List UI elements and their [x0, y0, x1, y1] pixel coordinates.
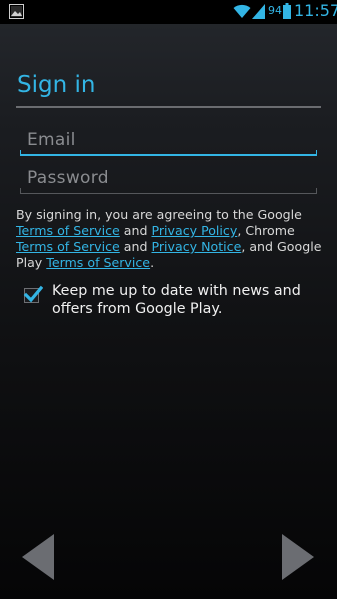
privacy-policy-link[interactable]: Privacy Policy — [151, 223, 237, 238]
image-notification-icon — [9, 4, 24, 19]
cell-signal-icon — [252, 4, 265, 19]
page-title: Sign in — [17, 72, 96, 98]
battery-percentage: 94 — [268, 4, 282, 17]
battery-icon — [283, 3, 291, 19]
privacy-notice-link[interactable]: Privacy Notice — [151, 239, 241, 254]
password-underline — [20, 193, 317, 194]
status-clock: 11:57 — [294, 1, 337, 20]
sign-in-screen: 94 11:57 Sign in By signing in, you are … — [0, 0, 337, 599]
google-play-terms-link[interactable]: Terms of Service — [46, 255, 150, 270]
email-input[interactable] — [20, 126, 317, 154]
checkmark-icon — [23, 285, 43, 303]
next-arrow-icon[interactable] — [280, 533, 316, 581]
password-input[interactable] — [20, 164, 317, 192]
back-arrow-icon[interactable] — [20, 533, 56, 581]
google-terms-link[interactable]: Terms of Service — [16, 223, 120, 238]
news-opt-in-checkbox[interactable] — [23, 285, 43, 303]
email-underline — [20, 154, 317, 156]
password-field[interactable] — [20, 164, 317, 194]
news-opt-in-label[interactable]: Keep me up to date with news and offers … — [52, 282, 312, 318]
title-divider — [16, 106, 321, 108]
wifi-icon — [233, 4, 251, 18]
email-field[interactable] — [20, 126, 317, 156]
terms-text: By signing in, you are agreeing to the G… — [16, 207, 322, 270]
chrome-terms-link[interactable]: Terms of Service — [16, 239, 120, 254]
status-bar: 94 11:57 — [0, 0, 337, 24]
